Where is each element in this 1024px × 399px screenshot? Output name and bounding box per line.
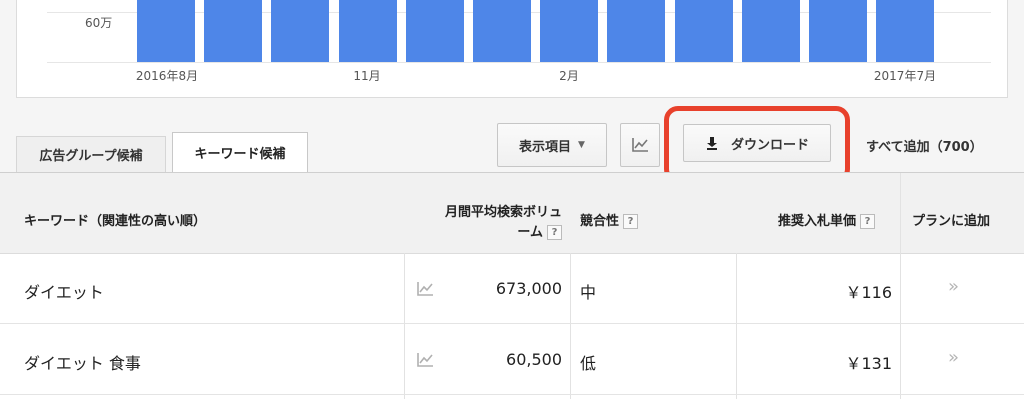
chart-bar[interactable] [540, 0, 599, 62]
header-add-to-plan: プランに追加 [912, 214, 991, 229]
chart-bar[interactable] [405, 0, 464, 62]
volume-cell: 60,500 [506, 350, 562, 369]
help-icon[interactable]: ? [547, 225, 562, 240]
chart-bar[interactable] [204, 0, 263, 62]
chart-bar[interactable] [607, 0, 666, 62]
header-bid[interactable]: 推奨入札単価? [778, 210, 876, 229]
chart-bar[interactable] [473, 0, 531, 62]
header-competition-label: 競合性 [580, 214, 620, 229]
table-row: ダイエット 673,000 中 ￥116 » [0, 253, 1024, 324]
x-tick-label: 2016年8月 [135, 69, 199, 83]
header-bid-label: 推奨入札単価 [778, 214, 857, 229]
keyword-cell: ダイエット 食事 [24, 354, 141, 373]
chart-toggle-button[interactable] [620, 123, 660, 167]
trend-chart-icon [632, 138, 648, 152]
x-tick-label: 2月 [559, 69, 579, 83]
chart-bar[interactable] [741, 0, 800, 62]
trend-chart-icon[interactable] [416, 281, 434, 297]
add-all-button[interactable]: すべて追加（700） [866, 136, 983, 155]
header-volume-line2: ーム [517, 225, 543, 240]
x-tick-label: 11月 [353, 69, 381, 83]
gridline [47, 62, 991, 63]
columns-button[interactable]: 表示項目 ▼ [497, 123, 607, 167]
add-to-plan-chevron-icon[interactable]: » [948, 347, 959, 368]
trend-chart-icon[interactable] [416, 352, 434, 368]
volume-trend-chart: 60万 2016年8月 11月 2月 2017年7月 [16, 0, 1008, 98]
chart-bar[interactable] [809, 0, 867, 62]
bid-cell: ￥131 [845, 354, 892, 373]
header-competition[interactable]: 競合性? [580, 210, 639, 229]
keyword-cell: ダイエット [24, 283, 104, 302]
download-button[interactable]: ダウンロード [683, 124, 831, 162]
x-tick-label: 2017年7月 [873, 69, 937, 83]
y-tick-label: 60万 [85, 16, 113, 30]
chart-bar[interactable] [137, 0, 195, 62]
chart-bar[interactable] [338, 0, 397, 62]
header-volume-line1: 月間平均検索ボリュ [444, 205, 562, 220]
download-icon [706, 137, 717, 150]
download-label: ダウンロード [730, 137, 809, 153]
tab-label: 広告グループ候補 [39, 149, 143, 164]
volume-cell: 673,000 [495, 279, 562, 298]
table-row: ダイエット 食事 60,500 低 ￥131 » [0, 324, 1024, 395]
header-keyword[interactable]: キーワード（関連性の高い順） [24, 210, 206, 229]
tab-label: キーワード候補 [194, 147, 286, 162]
competition-cell: 中 [580, 283, 597, 302]
competition-cell: 低 [580, 354, 597, 373]
help-icon[interactable]: ? [860, 214, 876, 229]
header-volume[interactable]: 月間平均検索ボリュ ーム? [420, 201, 562, 246]
help-icon[interactable]: ? [623, 214, 639, 229]
table-header: キーワード（関連性の高い順） 月間平均検索ボリュ ーム? 競合性? 推奨入札単価… [0, 173, 1024, 254]
bid-cell: ￥116 [845, 283, 892, 302]
tab-keyword-ideas[interactable]: キーワード候補 [172, 132, 308, 172]
chart-bar[interactable] [876, 0, 935, 62]
chart-bar[interactable] [674, 0, 733, 62]
tab-ad-group-ideas[interactable]: 広告グループ候補 [16, 136, 166, 172]
add-to-plan-chevron-icon[interactable]: » [948, 276, 959, 297]
dropdown-arrow-icon: ▼ [578, 140, 585, 150]
chart-bar[interactable] [271, 0, 330, 62]
keyword-table: キーワード（関連性の高い順） 月間平均検索ボリュ ーム? 競合性? 推奨入札単価… [0, 172, 1024, 399]
columns-label: 表示項目 [519, 139, 572, 155]
